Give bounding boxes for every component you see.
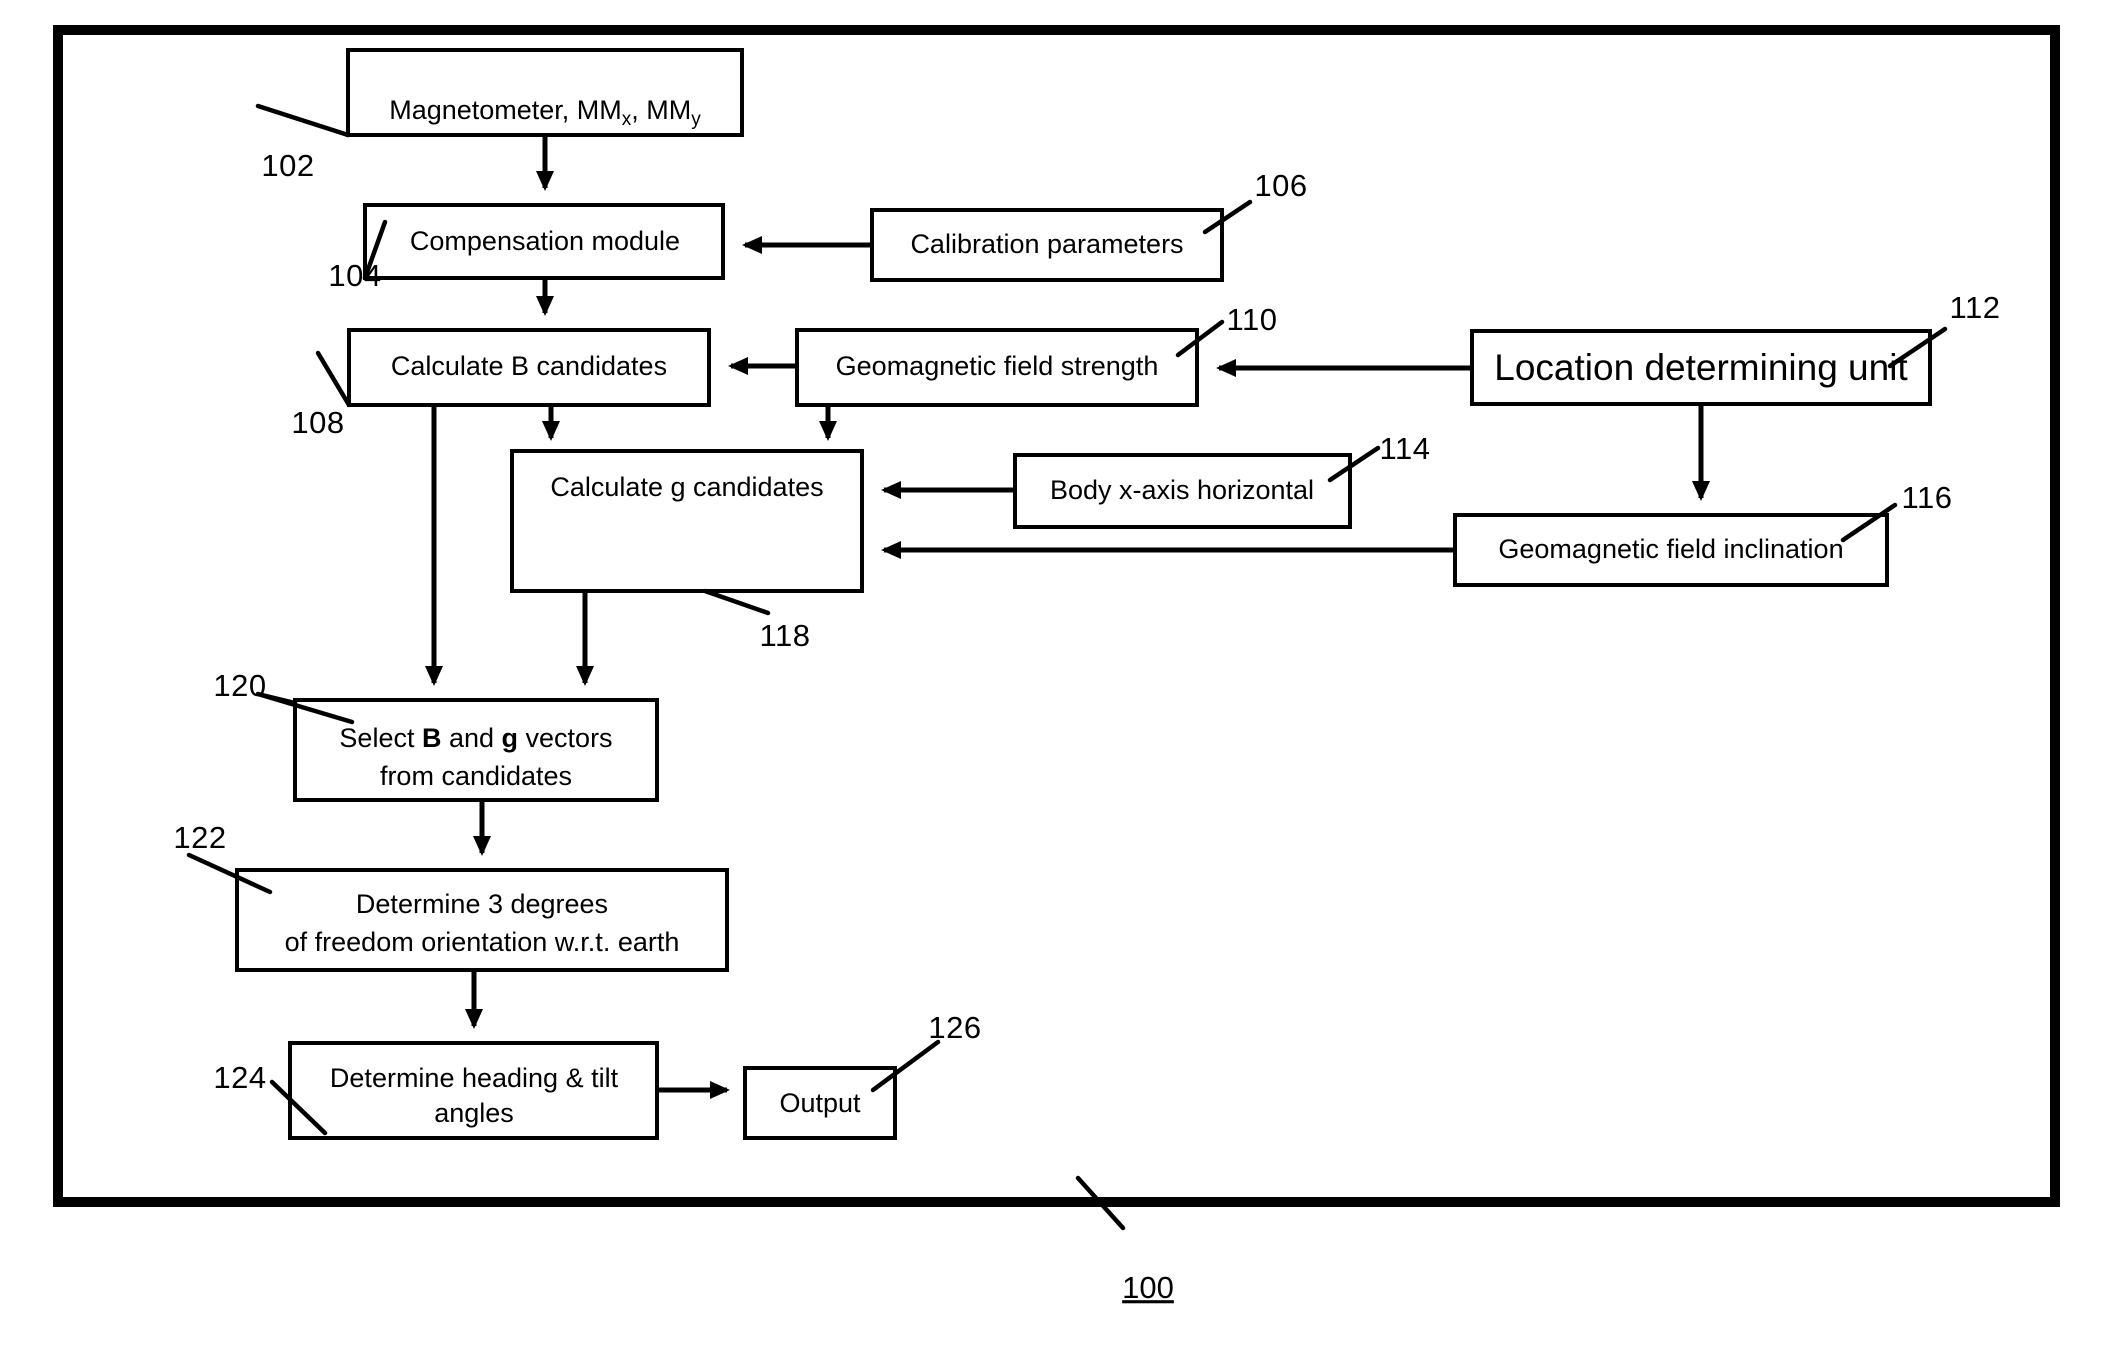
magnetometer-label-main: Magnetometer, MM bbox=[389, 95, 622, 125]
block-geomagnetic-field-strength: Geomagnetic field strength 110 bbox=[795, 302, 1278, 407]
select-mid: and bbox=[441, 723, 501, 753]
magnetometer-sub-x: x bbox=[622, 109, 632, 130]
ref-number-106: 106 bbox=[1254, 168, 1307, 203]
leader-102 bbox=[255, 103, 351, 138]
figure-outer-frame bbox=[53, 25, 2060, 1207]
ref-number-108: 108 bbox=[291, 405, 344, 440]
magnetometer-label-mid: , MM bbox=[631, 95, 691, 125]
select-vectors-line2: from candidates bbox=[380, 761, 572, 791]
flow-diagram-canvas: Magnetometer, MMx, MMy 102 Compensation … bbox=[53, 25, 2060, 1305]
block-magnetometer: Magnetometer, MMx, MMy 102 bbox=[255, 48, 744, 183]
ref-number-120: 120 bbox=[213, 668, 266, 703]
select-b-symbol: B bbox=[422, 723, 442, 753]
ref-number-104: 104 bbox=[328, 258, 381, 293]
determine-heading-line2: angles bbox=[434, 1098, 514, 1128]
determine-3dof-line2: of freedom orientation w.r.t. earth bbox=[285, 927, 680, 957]
block-determine-heading-tilt: Determine heading & tilt angles 124 bbox=[213, 1041, 659, 1140]
block-determine-3dof: Determine 3 degrees of freedom orientati… bbox=[173, 820, 729, 972]
leader-118 bbox=[702, 588, 771, 616]
ref-number-118: 118 bbox=[760, 618, 811, 653]
compensation-module-label: Compensation module bbox=[410, 226, 680, 256]
select-vectors-line1: Select B and g vectors bbox=[339, 723, 612, 753]
ref-number-122: 122 bbox=[173, 820, 226, 855]
magnetometer-label: Magnetometer, MMx, MMy bbox=[389, 95, 701, 130]
figure-number-100: 100 bbox=[1122, 1270, 1174, 1305]
ref-number-126: 126 bbox=[928, 1010, 981, 1045]
block-geomagnetic-field-inclination: Geomagnetic field inclination 116 bbox=[1453, 480, 1953, 587]
calculate-b-candidates-label: Calculate B candidates bbox=[391, 351, 667, 381]
ref-number-124: 124 bbox=[213, 1060, 266, 1095]
block-calculate-b-candidates: Calculate B candidates 108 bbox=[291, 328, 711, 440]
location-determining-unit-label: Location determining unit bbox=[1494, 347, 1908, 388]
select-g-symbol: g bbox=[502, 723, 519, 753]
leader-108 bbox=[315, 350, 352, 408]
magnetometer-sub-y: y bbox=[691, 109, 701, 130]
geomagnetic-field-strength-label: Geomagnetic field strength bbox=[836, 351, 1159, 381]
output-label: Output bbox=[779, 1088, 861, 1118]
block-compensation-module: Compensation module 104 bbox=[328, 203, 725, 293]
block-select-vectors: Select B and g vectors from candidates 1… bbox=[213, 668, 659, 802]
determine-3dof-line1: Determine 3 degrees bbox=[356, 889, 608, 919]
select-pre: Select bbox=[339, 723, 422, 753]
block-output: Output 126 bbox=[743, 1010, 981, 1140]
calibration-parameters-label: Calibration parameters bbox=[910, 229, 1183, 259]
ref-number-112: 112 bbox=[1950, 290, 2001, 325]
ref-number-114: 114 bbox=[1380, 431, 1431, 466]
geomagnetic-field-inclination-label: Geomagnetic field inclination bbox=[1498, 534, 1843, 564]
ref-number-116: 116 bbox=[1902, 480, 1953, 515]
block-calculate-g-candidates: Calculate g candidates 118 bbox=[510, 449, 864, 653]
block-body-x-axis-horizontal: Body x-axis horizontal 114 bbox=[1013, 431, 1431, 529]
block-location-determining-unit: Location determining unit 112 bbox=[1470, 290, 2001, 406]
patent-figure-root: Magnetometer, MMx, MMy 102 Compensation … bbox=[0, 0, 2109, 1348]
ref-number-110: 110 bbox=[1227, 302, 1278, 337]
select-post: vectors bbox=[518, 723, 613, 753]
calculate-g-candidates-label: Calculate g candidates bbox=[550, 472, 823, 502]
block-calibration-parameters: Calibration parameters 106 bbox=[870, 168, 1307, 282]
determine-heading-line1: Determine heading & tilt bbox=[330, 1063, 619, 1093]
ref-number-102: 102 bbox=[261, 148, 314, 183]
body-x-axis-horizontal-label: Body x-axis horizontal bbox=[1050, 475, 1314, 505]
